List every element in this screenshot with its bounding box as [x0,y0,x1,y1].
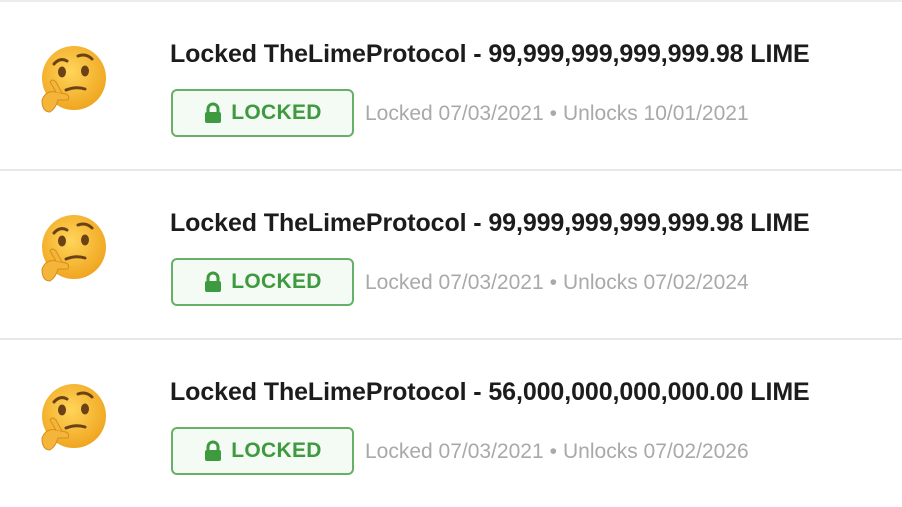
padlock-icon [205,440,222,461]
locked-date: Locked 07/03/2021 [365,271,544,294]
separator-dot: • [549,102,558,125]
lock-list-item[interactable]: Locked TheLimeProtocol - 99,999,999,999,… [0,2,902,171]
lock-list-item[interactable]: Locked TheLimeProtocol - 56,000,000,000,… [0,340,902,507]
lock-dates: Locked 07/03/2021 • Unlocks 10/01/2021 [365,102,749,126]
separator-dot: • [549,271,558,294]
separator-dot: • [549,440,558,463]
locked-status-badge: LOCKED [171,427,354,475]
lock-title: Locked TheLimeProtocol - 56,000,000,000,… [170,378,810,406]
lock-list-item[interactable]: Locked TheLimeProtocol - 99,999,999,999,… [0,171,902,340]
lock-list: Locked TheLimeProtocol - 99,999,999,999,… [0,2,902,507]
locked-status-badge: LOCKED [171,89,354,137]
lock-title: Locked TheLimeProtocol - 99,999,999,999,… [170,209,810,237]
thinking-face-icon [41,46,106,113]
lock-dates: Locked 07/03/2021 • Unlocks 07/02/2024 [365,271,749,295]
unlock-date: Unlocks 07/02/2024 [563,271,749,294]
lock-title: Locked TheLimeProtocol - 99,999,999,999,… [170,40,810,68]
locked-date: Locked 07/03/2021 [365,102,544,125]
badge-label: LOCKED [231,439,322,462]
padlock-icon [205,271,222,292]
locked-status-badge: LOCKED [171,258,354,306]
lock-dates: Locked 07/03/2021 • Unlocks 07/02/2026 [365,440,749,464]
locked-date: Locked 07/03/2021 [365,440,544,463]
padlock-icon [205,102,222,123]
thinking-face-icon [41,215,106,282]
thinking-face-icon [41,384,106,451]
unlock-date: Unlocks 07/02/2026 [563,440,749,463]
badge-label: LOCKED [231,101,322,124]
unlock-date: Unlocks 10/01/2021 [563,102,749,125]
badge-label: LOCKED [231,270,322,293]
